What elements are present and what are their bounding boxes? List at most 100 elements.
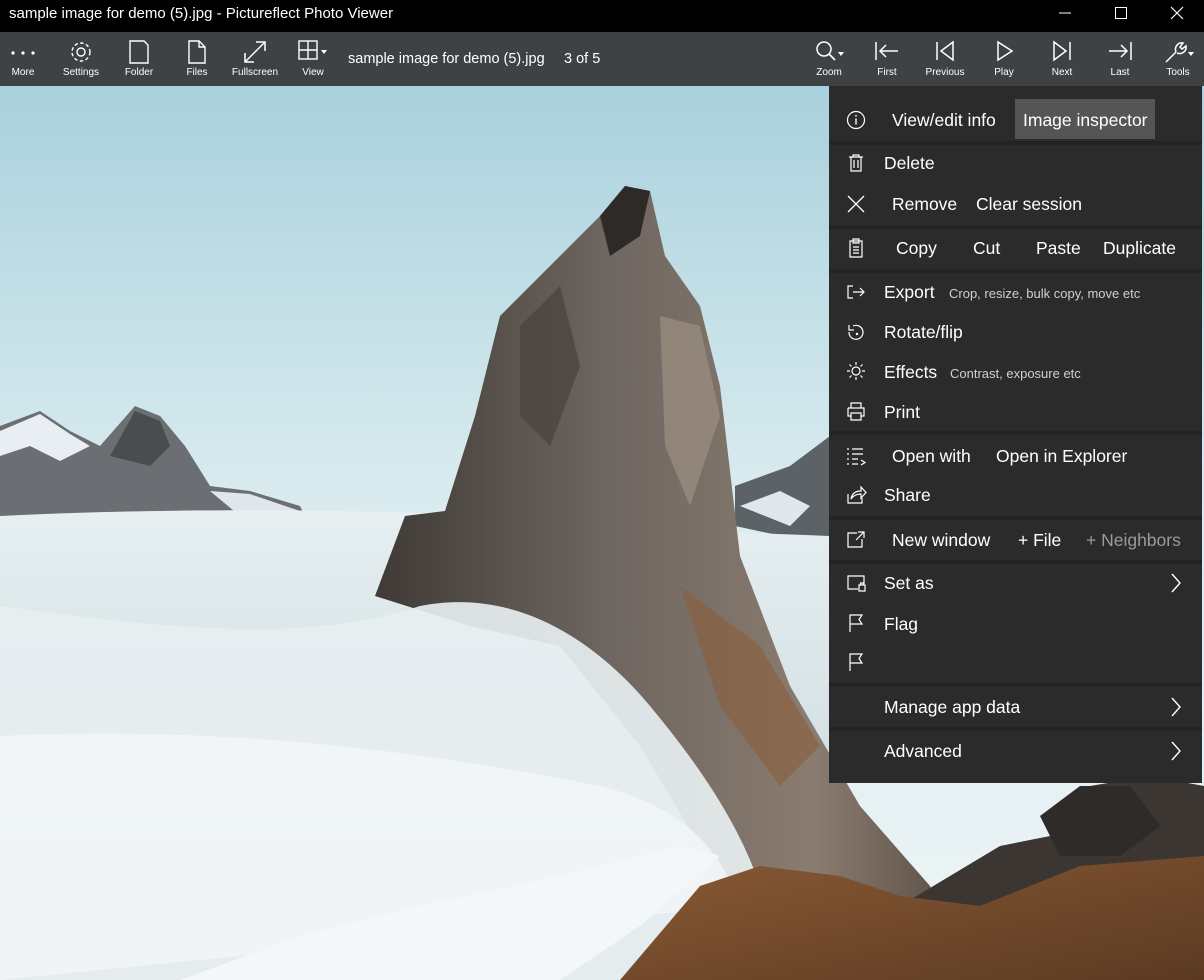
previous-label: Previous [925, 67, 965, 78]
last-icon [1109, 42, 1132, 60]
view-label: View [302, 67, 324, 78]
flag-item[interactable]: Flag [884, 614, 918, 635]
play-label: Play [994, 67, 1014, 78]
first-icon [875, 42, 898, 60]
manage-app-data-item[interactable]: Manage app data [884, 697, 1020, 718]
gear-icon [71, 42, 91, 62]
export-icon [847, 285, 865, 299]
image-inspector-label: Image inspector [1023, 110, 1148, 130]
print-item[interactable]: Print [884, 402, 920, 423]
set-as-item[interactable]: Set as [884, 573, 934, 594]
minimize-icon [1059, 12, 1071, 14]
image-position: 3 of 5 [564, 51, 601, 67]
effects-item[interactable]: Effects [884, 362, 937, 383]
fullscreen-button[interactable]: Fullscreen [227, 32, 283, 86]
open-in-explorer-item[interactable]: Open in Explorer [996, 446, 1127, 467]
next-label: Next [1051, 67, 1073, 78]
new-window-neighbors-item[interactable]: + Neighbors [1086, 530, 1181, 551]
info-icon [846, 110, 866, 130]
remove-x-icon [847, 195, 865, 213]
first-button[interactable]: First [859, 32, 915, 86]
set-as-icon [847, 575, 866, 592]
minimize-button[interactable] [1037, 0, 1093, 28]
menu-separator [829, 269, 1202, 273]
flag-outline-icon[interactable] [845, 651, 867, 673]
zoom-button[interactable]: Zoom [801, 32, 857, 86]
rotate-flip-item[interactable]: Rotate/flip [884, 322, 963, 343]
tools-button[interactable]: Tools [1150, 32, 1204, 86]
share-icon [847, 485, 867, 504]
rotate-icon [848, 324, 864, 340]
flag-icon [849, 614, 864, 632]
duplicate-item[interactable]: Duplicate [1103, 238, 1176, 259]
menu-separator [829, 225, 1202, 229]
new-window-file-item[interactable]: + File [1018, 530, 1061, 551]
copy-item[interactable]: Copy [896, 238, 937, 259]
image-inspector-item[interactable]: Image inspector [1015, 99, 1155, 139]
export-subtitle: Crop, resize, bulk copy, move etc [949, 286, 1141, 301]
view-button[interactable]: View [285, 32, 341, 86]
chevron-right-icon [1171, 741, 1181, 761]
last-button[interactable]: Last [1092, 32, 1148, 86]
effects-icon [847, 362, 865, 380]
more-label: More [11, 67, 35, 78]
more-dots-icon [11, 51, 35, 55]
previous-icon [936, 40, 954, 62]
print-icon [847, 402, 865, 421]
menu-separator [829, 141, 1202, 145]
files-button[interactable]: Files [169, 32, 225, 86]
menu-separator [829, 683, 1202, 687]
menu-separator [829, 727, 1202, 731]
chevron-right-icon [1171, 573, 1181, 593]
next-button[interactable]: Next [1034, 32, 1090, 86]
paste-item[interactable]: Paste [1036, 238, 1081, 259]
new-window-icon [847, 531, 865, 548]
menu-separator [829, 516, 1202, 520]
remove-item[interactable]: Remove [892, 194, 957, 215]
trash-icon [849, 154, 863, 172]
play-icon [997, 40, 1014, 62]
maximize-button[interactable] [1093, 0, 1149, 28]
previous-button[interactable]: Previous [917, 32, 973, 86]
folder-icon [129, 40, 149, 64]
title-bar: sample image for demo (5).jpg - Picturef… [0, 0, 1204, 32]
tools-menu: View/edit info Image inspector Delete Re… [829, 86, 1202, 783]
new-window-item[interactable]: New window [892, 530, 990, 551]
open-with-icon [847, 448, 867, 466]
files-icon [188, 40, 206, 64]
view-edit-info-item[interactable]: View/edit info [892, 110, 996, 131]
last-label: Last [1110, 67, 1130, 78]
fullscreen-label: Fullscreen [231, 67, 279, 78]
delete-item[interactable]: Delete [884, 153, 935, 174]
close-icon [1170, 6, 1184, 20]
play-button[interactable]: Play [976, 32, 1032, 86]
settings-button[interactable]: Settings [53, 32, 109, 86]
clipboard-icon [849, 238, 863, 258]
advanced-item[interactable]: Advanced [884, 741, 962, 762]
open-with-item[interactable]: Open with [892, 446, 971, 467]
fullscreen-icon [244, 41, 266, 63]
cut-item[interactable]: Cut [973, 238, 1000, 259]
menu-separator [829, 560, 1202, 564]
first-label: First [877, 67, 897, 78]
window-title: sample image for demo (5).jpg - Picturef… [9, 5, 394, 22]
tools-icon [1165, 42, 1194, 63]
menu-separator [829, 431, 1202, 435]
clear-session-item[interactable]: Clear session [976, 194, 1082, 215]
share-item[interactable]: Share [884, 485, 931, 506]
more-button[interactable]: More [0, 32, 51, 86]
close-button[interactable] [1149, 0, 1204, 28]
settings-label: Settings [62, 67, 100, 78]
toolbar: More Settings Folder Files Fullscreen Vi… [0, 32, 1204, 86]
folder-button[interactable]: Folder [111, 32, 167, 86]
folder-label: Folder [124, 67, 154, 78]
file-name: sample image for demo (5).jpg [348, 51, 545, 67]
tools-label: Tools [1166, 67, 1190, 78]
export-item[interactable]: Export [884, 282, 935, 303]
maximize-icon [1115, 7, 1127, 19]
effects-subtitle: Contrast, exposure etc [950, 366, 1081, 381]
zoom-icon [816, 41, 844, 61]
chevron-right-icon [1171, 697, 1181, 717]
files-label: Files [186, 67, 208, 78]
zoom-label: Zoom [816, 67, 842, 78]
